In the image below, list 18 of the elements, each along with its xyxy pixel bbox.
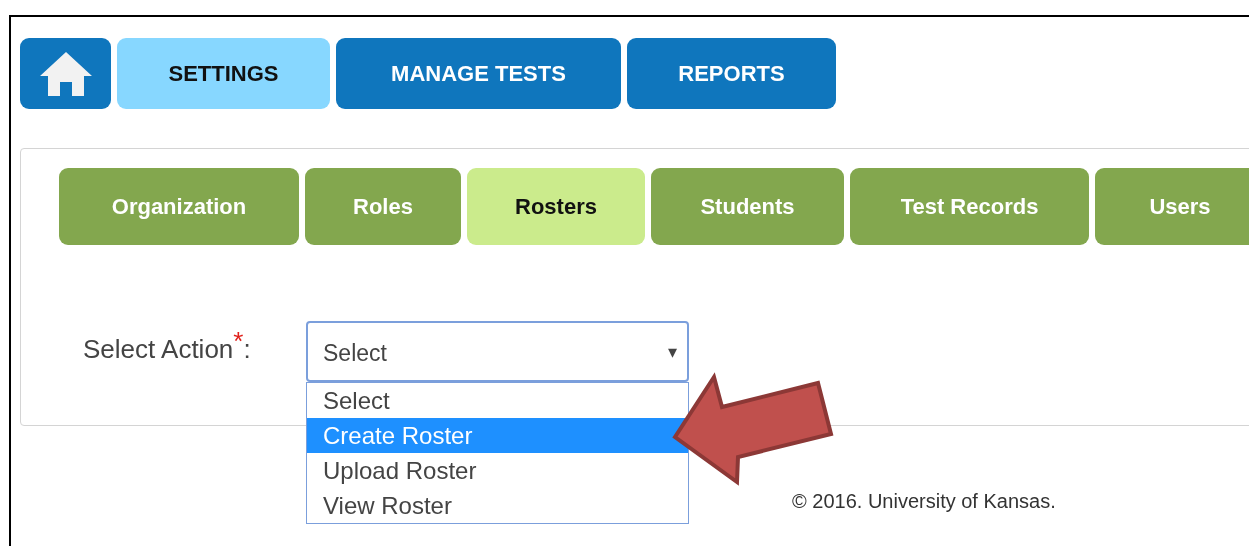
select-field[interactable]: Select ▾ — [306, 321, 689, 382]
sub-tab[interactable]: Students — [651, 168, 844, 245]
sub-tab[interactable]: Test Records — [850, 168, 1089, 245]
dropdown-arrow-icon: ▾ — [668, 342, 677, 361]
dropdown-option[interactable]: Create Roster — [307, 418, 688, 453]
dropdown-option[interactable]: Upload Roster — [307, 453, 688, 488]
footer-text: © 2016. University of Kansas. — [792, 489, 1056, 514]
sub-tab[interactable]: Organization — [59, 168, 299, 245]
dropdown-option[interactable]: Select — [307, 383, 688, 418]
sub-tab[interactable]: Rosters — [467, 168, 645, 245]
sub-tab[interactable]: Roles — [305, 168, 461, 245]
home-button[interactable] — [20, 38, 111, 109]
field-label: Select Action*: — [83, 332, 251, 366]
nav-tab[interactable]: MANAGE TESTS — [336, 38, 621, 109]
nav-tab[interactable]: SETTINGS — [117, 38, 330, 109]
sub-tab[interactable]: Users — [1095, 168, 1249, 245]
nav-tab[interactable]: REPORTS — [627, 38, 836, 109]
dropdown-option[interactable]: View Roster — [307, 488, 688, 523]
